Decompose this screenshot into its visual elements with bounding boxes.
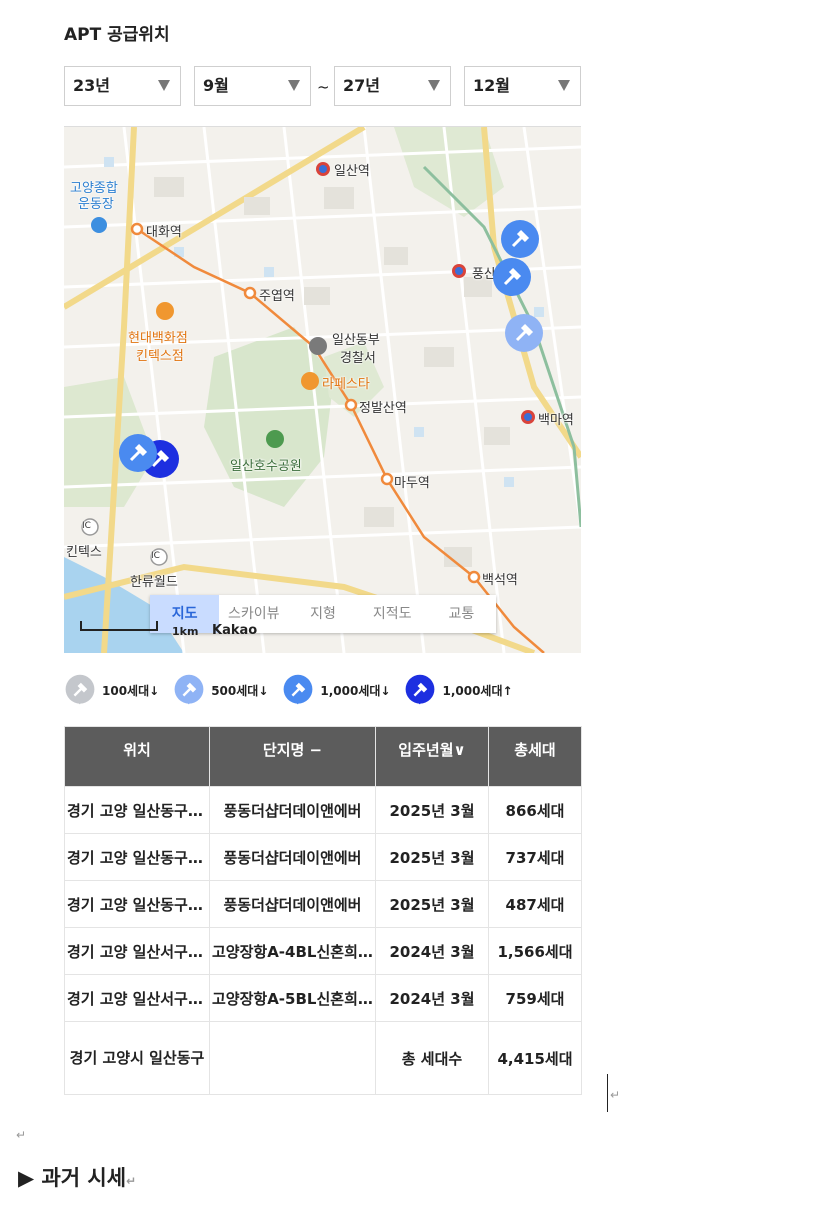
supply-table: 위치 단지명 − 입주년월∨ 총세대 경기 고양 일산동구 풍동 풍동더샵더데이… [64,726,582,1095]
map-label-hyundai-1: 현대백화점 [128,331,188,346]
end-year-select[interactable]: 27년 [334,66,451,106]
cell-households: 737세대 [488,833,582,881]
map-label-jeongbalsan: 정발산역 [359,401,407,416]
cell-move-in: 2024년 3월 [375,974,489,1022]
hammer-pin-icon [406,674,435,705]
legend-label: 1,000세대↑ [442,683,513,698]
hammer-pin-icon [174,674,204,705]
supply-marker-pin[interactable] [500,219,540,259]
map-label-juyeop: 주엽역 [259,289,295,304]
cell-move-in: 2025년 3월 [375,833,489,881]
table-summary-row: 경기 고양시 일산동구 총 세대수 4,415세대 [64,1021,582,1095]
col-households[interactable]: 총세대 [488,726,582,787]
chevron-down-icon [158,80,170,91]
kakao-logo: Kakao [212,623,258,638]
map-label-baekseok: 백석역 [482,573,518,588]
map-label-ic-2: IC [151,551,160,561]
paragraph-mark: ↵ [16,1128,27,1142]
cell-complex: 풍동더샵더데이앤에버 [209,786,376,834]
summary-total: 4,415세대 [488,1021,582,1095]
map-label-baengma: 백마역 [538,413,574,428]
col-move-in[interactable]: 입주년월∨ [375,726,489,787]
start-year-value: 23년 [73,76,110,95]
map-label-hallyu: 한류월드 [130,575,178,590]
map-label-hyundai-2: 킨텍스점 [136,349,184,364]
supply-marker-pin[interactable] [118,433,158,473]
legend-item-100: 100세대↓ [64,673,159,707]
cell-location: 경기 고양 일산동구 풍동 [64,833,210,881]
supply-marker-pin[interactable] [492,257,532,297]
cell-move-in: 2024년 3월 [375,927,489,975]
summary-location: 경기 고양시 일산동구 [64,1021,210,1095]
legend-item-1000-over: 1,000세대↑ [404,673,513,707]
table-row[interactable]: 경기 고양 일산동구 풍동 풍동더샵더데이앤에버 2025년 3월 737세대 [64,833,582,881]
cell-households: 866세대 [488,786,582,834]
end-year-value: 27년 [343,76,380,95]
paragraph-mark: ↵ [126,1174,137,1188]
cell-location: 경기 고양 일산동구 풍동 [64,786,210,834]
map-label-stadium-2: 운동장 [78,197,114,212]
section-heading: ▶ 과거 시세↵ [18,1162,136,1192]
cell-location: 경기 고양 일산동구 풍동 [64,880,210,928]
supply-map[interactable]: 일산역 고양종합 운동장 대화역 풍산 주엽역 현대백화점 킨텍스점 일산동부 … [64,126,581,653]
map-label-daehwa: 대화역 [146,225,182,240]
map-label-ilsan-station: 일산역 [334,164,370,179]
section-heading-text: ▶ 과거 시세 [18,1166,127,1190]
legend-label: 100세대↓ [102,683,160,698]
start-month-select[interactable]: 9월 [194,66,311,106]
supply-marker-pin[interactable] [504,313,544,353]
cell-complex: 풍동더샵더데이앤에버 [209,833,376,881]
legend-label: 500세대↓ [211,683,269,698]
map-tab-traffic[interactable]: 교통 [427,595,496,633]
page-title: APT 공급위치 [64,25,170,45]
map-tab-cadastral[interactable]: 지적도 [358,595,427,633]
map-label-madu: 마두역 [394,476,430,491]
table-row[interactable]: 경기 고양 일산서구 장항동 고양장항A-4BL신혼희망타운 2024년 3월 … [64,927,582,975]
map-label-lafesta: 라페스타 [322,377,370,392]
paragraph-mark: ↵ [610,1088,621,1102]
map-label-police-2: 경찰서 [340,351,376,366]
cell-location: 경기 고양 일산서구 장항동 [64,974,210,1022]
table-row[interactable]: 경기 고양 일산동구 풍동 풍동더샵더데이앤에버 2025년 3월 487세대 [64,880,582,928]
end-month-select[interactable]: 12월 [464,66,581,106]
range-separator: ~ [317,78,330,96]
cell-complex: 고양장항A-4BL신혼희망타운 [209,927,376,975]
legend-item-1000-under: 1,000세대↓ [282,673,390,707]
legend-item-500: 500세대↓ [173,673,268,707]
col-location[interactable]: 위치 [64,726,210,787]
text-cursor [607,1074,608,1112]
cell-households: 1,566세대 [488,927,582,975]
summary-name [209,1021,376,1095]
table-row[interactable]: 경기 고양 일산동구 풍동 풍동더샵더데이앤에버 2025년 3월 866세대 [64,786,582,834]
hammer-pin-icon [65,674,95,705]
start-year-select[interactable]: 23년 [64,66,181,106]
chevron-down-icon [288,80,300,91]
map-label-kintex: 킨텍스 [66,545,102,560]
cell-location: 경기 고양 일산서구 장항동 [64,927,210,975]
chevron-down-icon [558,80,570,91]
map-label-ic-1: IC [82,521,91,531]
cell-move-in: 2025년 3월 [375,880,489,928]
marker-legend: 100세대↓ 500세대↓ 1,000세대↓ 1,000세대↑ [64,672,527,708]
map-label-police-1: 일산동부 [332,333,380,348]
map-scale-label: 1km [172,625,199,638]
legend-label: 1,000세대↓ [320,683,391,698]
cell-complex: 고양장항A-5BL신혼희망타운 [209,974,376,1022]
table-header-row: 위치 단지명 − 입주년월∨ 총세대 [64,726,582,787]
map-type-tabs: 지도 스카이뷰 지형 지적도 교통 [150,595,496,633]
map-label-lake-park: 일산호수공원 [230,459,302,474]
cell-households: 759세대 [488,974,582,1022]
col-complex[interactable]: 단지명 − [209,726,376,787]
cell-move-in: 2025년 3월 [375,786,489,834]
map-tab-terrain[interactable]: 지형 [288,595,357,633]
end-month-value: 12월 [473,76,510,95]
start-month-value: 9월 [203,76,229,95]
chevron-down-icon [428,80,440,91]
hammer-pin-icon [283,674,313,705]
cell-households: 487세대 [488,880,582,928]
cell-complex: 풍동더샵더데이앤에버 [209,880,376,928]
summary-label: 총 세대수 [375,1021,489,1095]
map-scale-bar [80,621,158,631]
table-row[interactable]: 경기 고양 일산서구 장항동 고양장항A-5BL신혼희망타운 2024년 3월 … [64,974,582,1022]
